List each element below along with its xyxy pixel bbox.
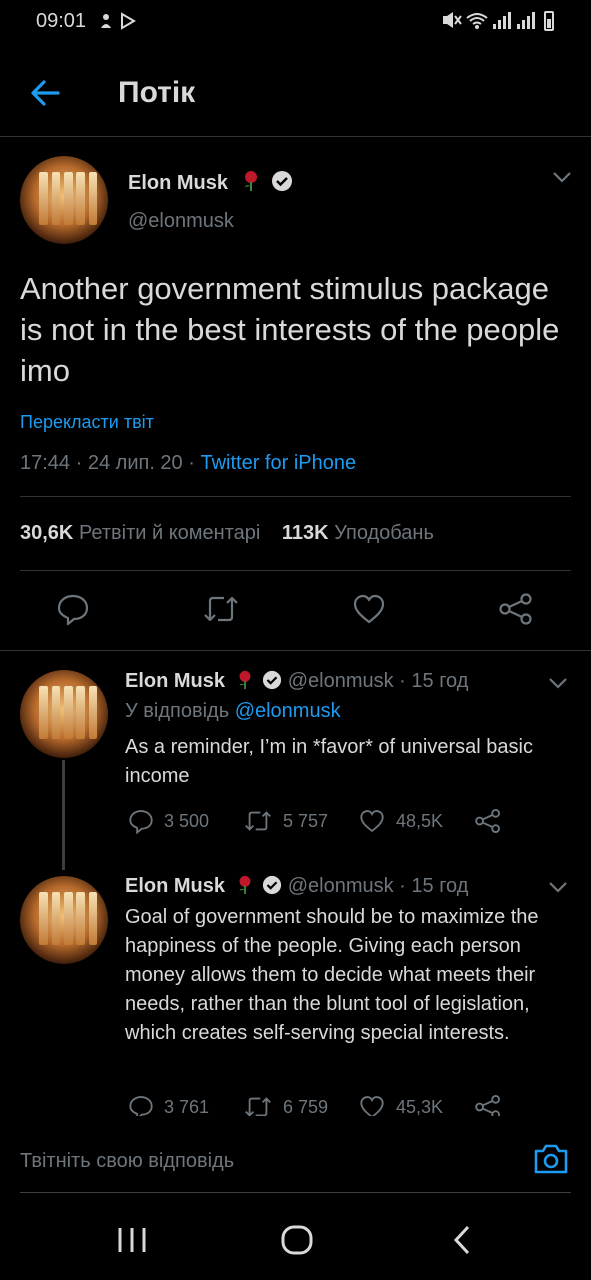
retweet-count: 5 757 (283, 810, 329, 831)
retweets-label: Ретвіти й коментарі (78, 522, 261, 544)
rose-emoji-icon (239, 875, 251, 895)
comment-count: 3 500 (164, 810, 210, 831)
author-handle[interactable]: @elonmusk (128, 210, 234, 233)
tweet-stats: 30,6K Ретвіти й коментарі 113K Уподобань (20, 522, 434, 545)
replying-to-handle[interactable]: @elonmusk (235, 700, 341, 722)
like-count: 45,3K (396, 1096, 444, 1117)
tweet-source-link[interactable]: Twitter for iPhone (200, 452, 356, 474)
like-count: 48,5K (396, 810, 444, 831)
avatar[interactable] (20, 876, 108, 964)
back-nav-icon (453, 1225, 470, 1255)
back-nav-button[interactable] (450, 1224, 474, 1261)
likes-stat[interactable]: 113K Уподобань (282, 522, 434, 544)
comment-count: 3 761 (164, 1096, 210, 1117)
tweet-meta: 17:44 · 24 лип. 20 · Twitter for iPhone (20, 452, 357, 474)
likes-count: 113K (281, 522, 329, 544)
share-button[interactable] (474, 808, 502, 834)
share-icon (499, 593, 532, 625)
likes-label: Уподобань (334, 522, 434, 544)
rose-emoji-icon (239, 670, 251, 690)
status-bar: 09:01 (0, 0, 591, 44)
tweet-menu-button[interactable] (552, 170, 572, 189)
author-name[interactable]: Elon Musk (125, 670, 225, 692)
reply-text: As a reminder, I’m in *favor* of univers… (125, 736, 533, 787)
avatar[interactable] (20, 670, 108, 758)
system-status-icons (441, 10, 559, 37)
retweet-button[interactable] (202, 592, 240, 631)
author-name[interactable]: Elon Musk (128, 170, 293, 195)
system-nav-bar (0, 1200, 591, 1280)
home-button[interactable] (280, 1224, 314, 1261)
tweet-menu-button[interactable] (548, 880, 568, 899)
recent-apps-button[interactable] (116, 1226, 148, 1259)
recent-apps-icon (118, 1228, 146, 1252)
rose-emoji-icon (244, 171, 257, 191)
author-name-text: Elon Musk (128, 172, 229, 194)
tweet-time: 17:44 (20, 452, 71, 474)
divider (20, 570, 571, 571)
back-arrow-icon (31, 80, 60, 106)
notification-icons (100, 12, 140, 35)
comment-icon (129, 810, 153, 834)
retweet-icon (204, 596, 238, 622)
reply-time: · 15 год (399, 670, 469, 692)
reply-time: · 15 год (399, 875, 469, 897)
divider (0, 650, 591, 651)
retweet-icon (245, 811, 271, 831)
divider (20, 496, 571, 497)
tweet-date: 24 лип. 20 (87, 452, 183, 474)
tweet-actions (0, 588, 591, 632)
heart-icon (353, 594, 385, 624)
like-button[interactable]: 48,5K (358, 808, 443, 834)
page-title: Потік (118, 76, 196, 109)
retweet-count: 6 759 (283, 1096, 329, 1117)
divider (20, 1192, 571, 1193)
tweet-menu-button[interactable] (548, 676, 568, 695)
reply-text: Goal of government should be to maximize… (125, 906, 539, 1044)
comment-icon (57, 594, 89, 626)
chevron-down-icon (549, 882, 567, 893)
author-handle[interactable]: @elonmusk (288, 875, 394, 897)
like-button[interactable] (352, 592, 386, 631)
share-icon (475, 808, 501, 834)
replying-to: У відповідь @elonmusk (125, 700, 341, 723)
translate-tweet-link[interactable]: Перекласти твіт (20, 412, 154, 433)
camera-button[interactable] (532, 1142, 570, 1181)
reply-button[interactable]: 3 500 (128, 808, 209, 834)
avatar[interactable] (20, 156, 108, 244)
reply-input[interactable]: Твітніть свою відповідь (20, 1150, 234, 1173)
replying-to-label: У відповідь (125, 700, 230, 722)
reply-header: Elon Musk @elonmusk · 15 год (125, 670, 468, 693)
heart-icon (360, 810, 384, 833)
reply-header: Elon Musk @elonmusk · 15 год (125, 875, 468, 898)
chevron-down-icon (549, 678, 567, 689)
chevron-down-icon (553, 172, 571, 183)
app-header: Потік (0, 52, 591, 137)
retweet-button[interactable]: 5 757 (243, 808, 328, 834)
verified-badge-icon (272, 171, 293, 191)
share-button[interactable] (498, 592, 534, 631)
retweets-count: 30,6K (20, 522, 74, 544)
retweets-stat[interactable]: 30,6K Ретвіти й коментарі (20, 522, 260, 544)
notification-icon (101, 12, 136, 30)
reply-button[interactable] (56, 592, 90, 631)
tweet-text: Another government stimulus package is n… (20, 271, 560, 388)
verified-badge-icon (263, 875, 282, 895)
status-time: 09:01 (36, 10, 87, 32)
verified-badge-icon (263, 670, 282, 690)
signal-wifi-battery-icon (443, 11, 554, 31)
back-button[interactable] (28, 76, 64, 112)
reply-actions: 3 500 5 757 48,5K (0, 808, 591, 838)
author-name[interactable]: Elon Musk (125, 875, 225, 897)
author-handle[interactable]: @elonmusk (288, 670, 394, 692)
camera-icon (534, 1144, 568, 1174)
home-icon (281, 1225, 313, 1255)
